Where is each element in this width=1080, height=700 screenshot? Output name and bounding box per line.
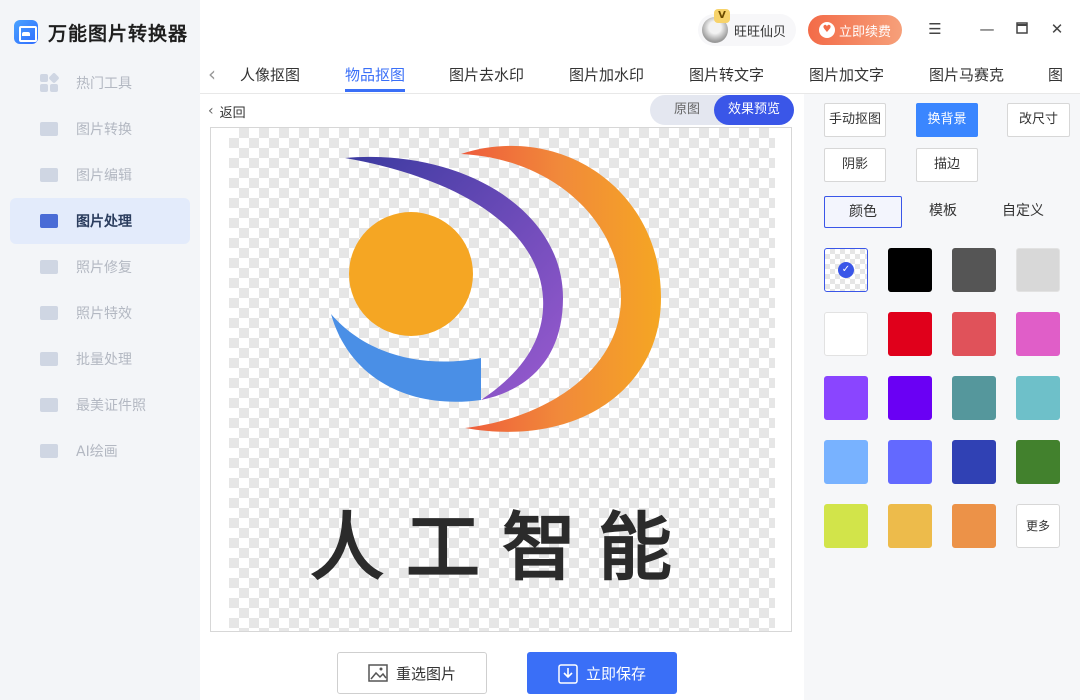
color-swatch[interactable] — [888, 504, 932, 548]
app-title: 万能图片转换器 — [48, 22, 189, 45]
sidebar-item-label: 图片编辑 — [76, 168, 132, 184]
tab-custom[interactable]: 自定义 — [990, 196, 1056, 228]
color-swatch[interactable] — [952, 440, 996, 484]
maximize-icon[interactable] — [1013, 20, 1031, 38]
save-label: 立即保存 — [585, 664, 646, 683]
sidebar-item-label: 照片修复 — [76, 260, 132, 276]
color-swatch[interactable] — [1016, 376, 1060, 420]
color-swatch[interactable] — [824, 376, 868, 420]
color-swatch[interactable] — [952, 376, 996, 420]
sidebar-item-label: 批量处理 — [76, 352, 132, 368]
sidebar-item-image-convert[interactable]: 图片转换 — [10, 106, 190, 152]
avatar[interactable]: V — [702, 9, 730, 43]
toggle-original[interactable]: 原图 — [656, 95, 718, 125]
tab-remove-watermark[interactable]: 图片去水印 — [449, 64, 524, 92]
image-edit-icon — [40, 166, 60, 184]
tab-mosaic[interactable]: 图片马赛克 — [929, 64, 1004, 92]
tab-color[interactable]: 颜色 — [824, 196, 902, 228]
shadow-button[interactable]: 阴影 — [824, 148, 886, 182]
color-swatch[interactable] — [888, 376, 932, 420]
color-swatch[interactable] — [888, 312, 932, 356]
chevron-left-icon[interactable]: ‹ — [208, 64, 222, 84]
close-icon[interactable]: ✕ — [1048, 20, 1066, 38]
color-swatch[interactable] — [952, 504, 996, 548]
color-swatch[interactable] — [1016, 440, 1060, 484]
sidebar-item-label: 图片处理 — [76, 214, 132, 230]
color-swatch[interactable] — [952, 248, 996, 292]
app-logo-icon — [14, 20, 38, 44]
color-swatch[interactable] — [824, 504, 868, 548]
image-caption-text: 人工智能 — [310, 505, 694, 591]
color-swatch[interactable] — [824, 312, 868, 356]
sidebar-item-image-process[interactable]: 图片处理 — [10, 198, 190, 244]
image-convert-icon — [40, 120, 60, 138]
swatch-transparent[interactable]: ✓ — [824, 248, 868, 292]
id-photo-icon — [40, 396, 60, 414]
sidebar-item-ai-paint[interactable]: AI绘画 — [10, 428, 190, 474]
download-icon — [558, 664, 578, 684]
tab-template[interactable]: 模板 — [912, 196, 974, 228]
vip-badge: V — [714, 9, 730, 23]
view-toggle: 原图 效果预览 — [650, 95, 794, 125]
chevron-left-icon: ‹ — [208, 103, 214, 119]
image-icon — [368, 664, 388, 682]
color-swatch[interactable] — [952, 312, 996, 356]
color-swatch[interactable] — [1016, 248, 1060, 292]
sidebar-nav: 热门工具 图片转换 图片编辑 图片处理 照片修复 照片特效 批量处理 最美证件照… — [10, 60, 190, 474]
preview-canvas: 人工智能 — [210, 127, 792, 632]
sidebar-item-hot-tools[interactable]: 热门工具 — [10, 60, 190, 106]
user-name: 旺旺仙贝 — [734, 24, 787, 40]
hot-tools-icon — [40, 72, 60, 92]
sidebar-item-label: 热门工具 — [76, 76, 132, 92]
heart-icon: ♥ — [818, 22, 835, 38]
tab-add-text[interactable]: 图片加文字 — [809, 64, 884, 92]
color-swatch[interactable] — [824, 440, 868, 484]
ai-logo-graphic — [331, 145, 661, 432]
tool-tabs: ‹ 人像抠图 物品抠图 图片去水印 图片加水印 图片转文字 图片加文字 图片马赛… — [200, 56, 1080, 94]
reselect-image-button[interactable]: 重选图片 — [337, 652, 487, 694]
color-swatch[interactable] — [1016, 312, 1060, 356]
image-process-icon — [40, 212, 60, 230]
sidebar: 万能图片转换器 热门工具 图片转换 图片编辑 图片处理 照片修复 照片特效 批量… — [0, 0, 200, 700]
sidebar-item-label: 最美证件照 — [76, 398, 146, 414]
sidebar-item-label: AI绘画 — [76, 444, 118, 460]
tab-more-partial[interactable]: 图 — [1048, 64, 1078, 92]
reselect-label: 重选图片 — [395, 664, 456, 683]
stroke-button[interactable]: 描边 — [916, 148, 978, 182]
transparent-background: 人工智能 — [229, 128, 775, 631]
resize-button[interactable]: 改尺寸 — [1007, 103, 1070, 137]
app-brand: 万能图片转换器 — [14, 18, 188, 46]
color-swatch[interactable] — [888, 248, 932, 292]
manual-cutout-button[interactable]: 手动抠图 — [824, 103, 886, 137]
tab-object-cutout[interactable]: 物品抠图 — [345, 64, 406, 92]
sidebar-item-photo-repair[interactable]: 照片修复 — [10, 244, 190, 290]
sidebar-item-label: 照片特效 — [76, 306, 132, 322]
tab-image-to-text[interactable]: 图片转文字 — [689, 64, 764, 92]
user-chip[interactable]: V 旺旺仙贝 — [698, 9, 797, 46]
renew-label: 立即续费 — [838, 24, 891, 40]
minimize-icon[interactable]: — — [978, 20, 996, 38]
back-button[interactable]: ‹ 返回 — [208, 100, 246, 122]
sidebar-item-id-photo[interactable]: 最美证件照 — [10, 382, 190, 428]
tab-portrait-cutout[interactable]: 人像抠图 — [240, 64, 300, 92]
sidebar-item-batch[interactable]: 批量处理 — [10, 336, 190, 382]
more-colors-button[interactable]: 更多 — [1016, 504, 1060, 548]
toggle-preview[interactable]: 效果预览 — [714, 95, 794, 125]
check-icon: ✓ — [838, 262, 854, 278]
ai-paint-icon — [40, 442, 60, 460]
sidebar-item-label: 图片转换 — [76, 122, 132, 138]
save-button[interactable]: 立即保存 — [527, 652, 677, 694]
photo-effect-icon — [40, 304, 60, 322]
sidebar-item-image-edit[interactable]: 图片编辑 — [10, 152, 190, 198]
batch-icon — [40, 350, 60, 368]
tab-add-watermark[interactable]: 图片加水印 — [569, 64, 644, 92]
photo-repair-icon — [40, 258, 60, 276]
menu-icon[interactable]: ☰ — [926, 20, 944, 38]
renew-button[interactable]: ♥ 立即续费 — [808, 15, 902, 45]
change-background-button[interactable]: 换背景 — [916, 103, 978, 137]
top-bar: V 旺旺仙贝 ♥ 立即续费 ☰ — ✕ — [200, 0, 1080, 56]
color-swatch[interactable] — [888, 440, 932, 484]
sidebar-item-photo-effect[interactable]: 照片特效 — [10, 290, 190, 336]
back-label: 返回 — [219, 105, 246, 121]
